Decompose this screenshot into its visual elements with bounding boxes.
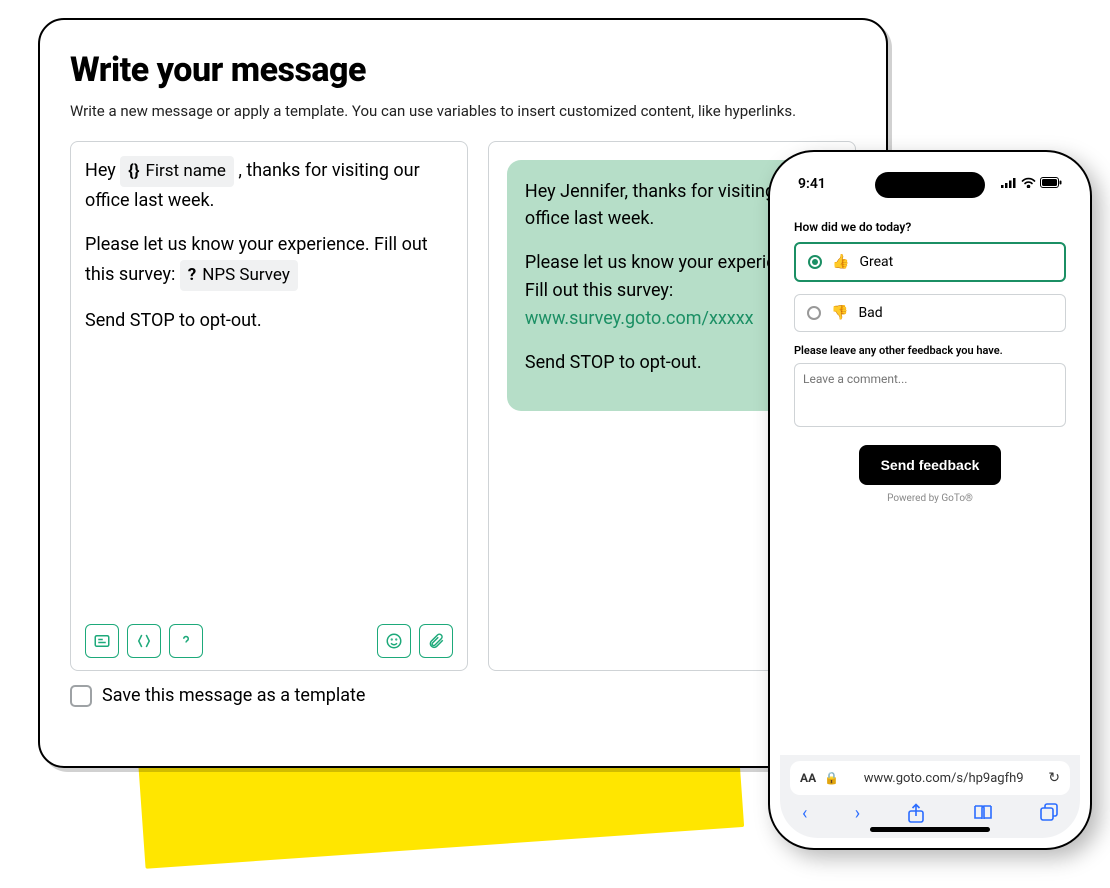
save-template-label: Save this message as a template (102, 685, 365, 706)
template-button[interactable] (85, 624, 119, 658)
text-size-icon[interactable]: AA (800, 771, 816, 785)
back-icon[interactable]: ‹ (802, 803, 807, 828)
feedback-textarea[interactable] (794, 363, 1066, 427)
url-text: www.goto.com/s/hp9agfh9 (847, 771, 1040, 786)
message-editor[interactable]: Hey {} First name , thanks for visiting … (70, 141, 468, 671)
save-template-checkbox[interactable] (70, 685, 92, 707)
preview-text: Please let us know your experience. Fill… (525, 252, 810, 301)
forward-icon[interactable]: › (855, 803, 860, 828)
share-icon[interactable] (907, 803, 925, 828)
survey-chip-nps[interactable]: ? NPS Survey (180, 260, 298, 291)
bookmarks-icon[interactable] (973, 803, 993, 828)
insert-survey-button[interactable] (169, 624, 203, 658)
editor-text: Hey (85, 160, 120, 181)
cellular-icon (1001, 177, 1017, 192)
reload-icon[interactable]: ↻ (1048, 770, 1060, 786)
braces-icon: {} (128, 158, 139, 185)
phone-mockup: 9:41 How did we do today? (768, 150, 1092, 850)
option-great[interactable]: 👍 Great (794, 242, 1066, 282)
editor-toolbar (85, 624, 453, 658)
survey-question: How did we do today? (794, 220, 1066, 234)
insert-variable-button[interactable] (127, 624, 161, 658)
lock-icon: 🔒 (824, 771, 839, 785)
editor-text: Send STOP to opt-out. (85, 307, 453, 336)
feedback-label: Please leave any other feedback you have… (794, 344, 1066, 357)
survey-link[interactable]: www.survey.goto.com/xxxxx (525, 308, 754, 329)
tabs-icon[interactable] (1040, 803, 1058, 828)
phone-notch (875, 172, 985, 198)
radio-icon (808, 255, 822, 269)
thumbs-down-icon: 👎 (831, 305, 848, 321)
variable-chip-first-name[interactable]: {} First name (120, 156, 234, 187)
wifi-icon (1021, 177, 1036, 192)
radio-icon (807, 306, 821, 320)
page-title: Write your message (70, 50, 856, 90)
thumbs-up-icon: 👍 (832, 254, 849, 270)
option-bad[interactable]: 👎 Bad (794, 294, 1066, 332)
url-bar[interactable]: AA 🔒 www.goto.com/s/hp9agfh9 ↻ (790, 761, 1070, 795)
page-subtitle: Write a new message or apply a template.… (70, 100, 840, 123)
attachment-button[interactable] (419, 624, 453, 658)
question-icon: ? (188, 262, 196, 289)
compose-panel: Write your message Write a new message o… (38, 18, 888, 768)
emoji-button[interactable] (377, 624, 411, 658)
send-feedback-button[interactable]: Send feedback (859, 445, 1002, 485)
powered-by: Powered by GoTo® (794, 493, 1066, 504)
safari-chrome: AA 🔒 www.goto.com/s/hp9agfh9 ↻ ‹ › (780, 755, 1080, 838)
battery-icon (1040, 177, 1062, 192)
home-indicator (870, 827, 990, 832)
status-time: 9:41 (798, 176, 826, 192)
